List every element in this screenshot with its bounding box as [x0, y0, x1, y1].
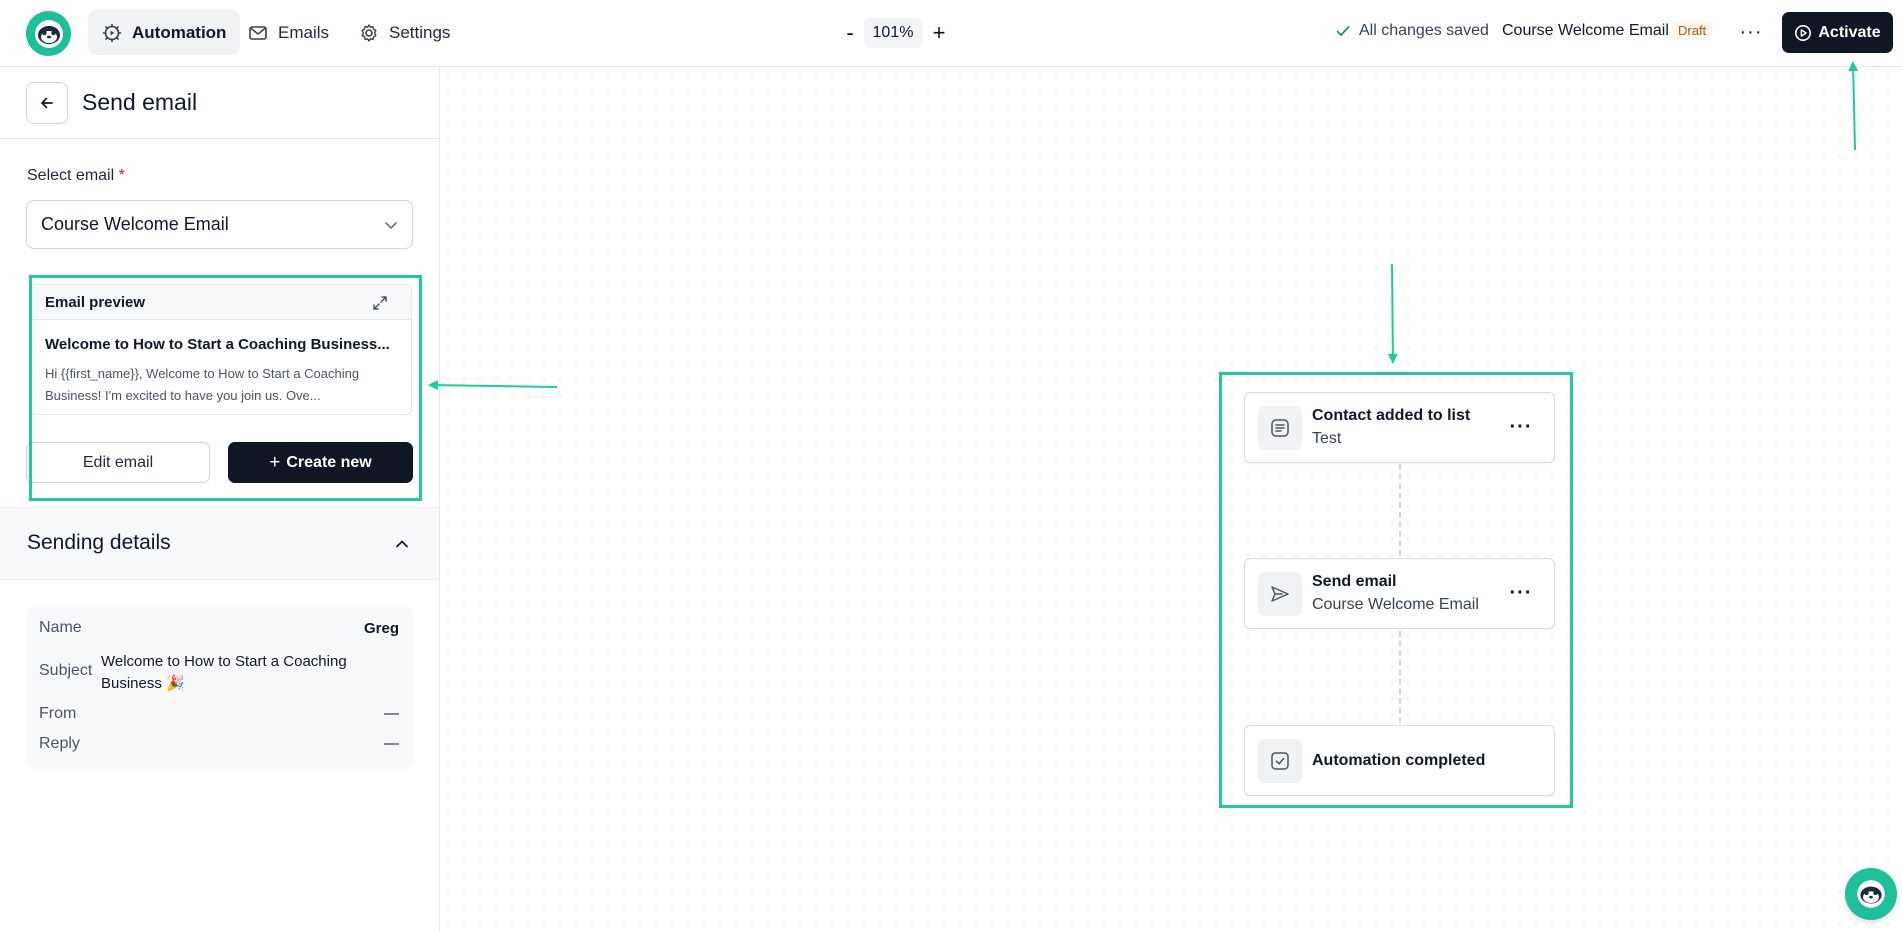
required-marker: *: [118, 167, 125, 184]
detail-reply-label: Reply: [39, 735, 80, 752]
detail-subject-label: Subject: [39, 662, 93, 679]
zoom-in-button[interactable]: +: [928, 20, 950, 46]
panel-header: Send email: [0, 67, 439, 139]
nav-automation-label: Automation: [132, 22, 227, 42]
top-bar: Automation Emails Settings - 101% + All …: [0, 0, 1902, 67]
zoom-out-button[interactable]: -: [840, 20, 860, 46]
mail-icon: [249, 25, 267, 40]
annotation-highlight-flow: [1219, 372, 1573, 808]
gear-play-icon: [102, 23, 122, 42]
annotation-highlight-preview: [29, 275, 422, 501]
nav-settings-label: Settings: [389, 22, 451, 42]
zoom-level[interactable]: 101%: [864, 18, 922, 48]
activate-label: Activate: [1818, 23, 1881, 41]
sending-details-title: Sending details: [27, 531, 171, 554]
play-circle-icon: [1795, 24, 1812, 41]
nav-emails-label: Emails: [278, 22, 330, 42]
sending-details-header[interactable]: Sending details: [0, 507, 439, 580]
sloth-logo-icon[interactable]: [26, 11, 71, 56]
save-status: All changes saved: [1335, 22, 1489, 40]
detail-from-value: —: [384, 705, 399, 722]
email-select[interactable]: Course Welcome Email: [26, 200, 413, 249]
detail-subject-value: Welcome to How to Start a Coaching Busin…: [101, 653, 347, 692]
arrow-left-icon: [41, 97, 53, 109]
automation-title[interactable]: Course Welcome Email: [1502, 22, 1669, 40]
workflow-canvas[interactable]: [440, 67, 1902, 932]
select-email-label-text: Select email: [27, 167, 115, 184]
panel-title: Send email: [82, 89, 198, 115]
check-icon: [1336, 26, 1350, 36]
nav-emails[interactable]: Emails: [234, 10, 343, 55]
chevron-up-icon[interactable]: [393, 535, 411, 553]
nav-automation[interactable]: Automation: [88, 10, 241, 55]
chevron-down-icon: [385, 222, 397, 229]
more-options-button[interactable]: ···: [1738, 18, 1764, 46]
gear-icon: [361, 23, 377, 42]
sending-details-box: Name Greg Subject Welcome to How to Star…: [27, 607, 413, 769]
email-select-value: Course Welcome Email: [41, 214, 229, 234]
back-button[interactable]: [26, 82, 68, 124]
select-email-label: Select email *: [27, 167, 125, 185]
detail-reply-value: —: [384, 735, 399, 752]
sloth-chat-icon: [1857, 880, 1885, 908]
status-badge: Draft: [1672, 21, 1713, 40]
detail-name-label: Name: [39, 619, 82, 636]
nav-settings[interactable]: Settings: [345, 10, 464, 55]
save-status-label: All changes saved: [1359, 22, 1489, 39]
activate-button[interactable]: Activate: [1782, 12, 1893, 53]
support-chat-button[interactable]: [1845, 868, 1897, 920]
detail-from-label: From: [39, 705, 77, 722]
detail-name-value: Greg: [363, 620, 399, 637]
